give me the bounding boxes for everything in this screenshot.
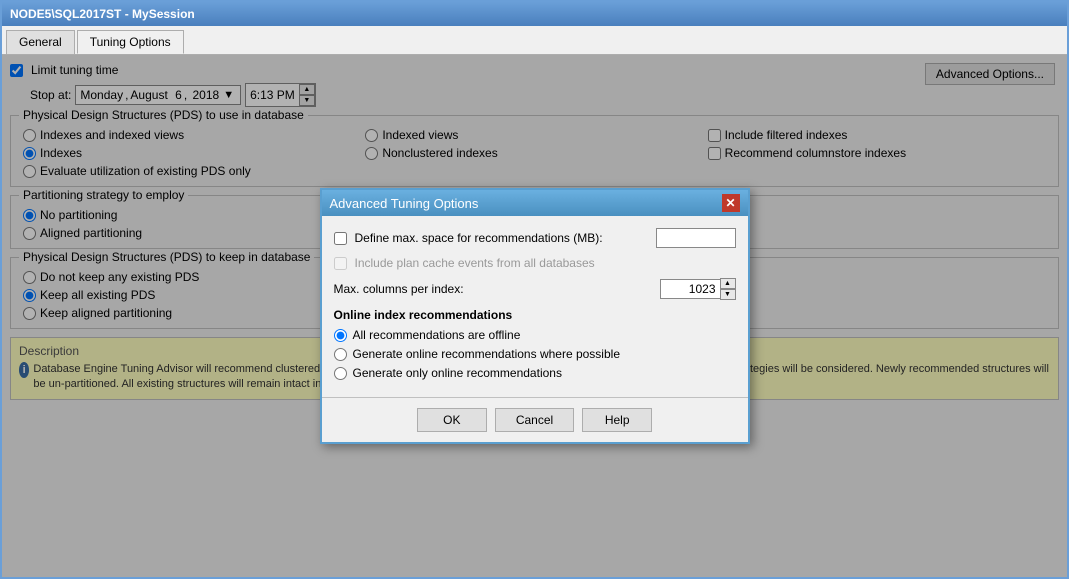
modal-buttons: OK Cancel Help (322, 397, 748, 442)
main-content: Advanced Options... Limit tuning time St… (2, 55, 1067, 577)
main-window: NODE5\SQL2017ST - MySession General Tuni… (0, 0, 1069, 579)
plan-cache-label: Include plan cache events from all datab… (355, 256, 736, 270)
define-max-space-checkbox[interactable] (334, 232, 347, 245)
online-index-label: Online index recommendations (334, 308, 736, 322)
modal-body: Define max. space for recommendations (M… (322, 216, 748, 397)
modal-overlay: Advanced Tuning Options ✕ Define max. sp… (2, 55, 1067, 577)
modal-title: Advanced Tuning Options (330, 196, 479, 211)
max-columns-down-btn[interactable]: ▼ (720, 289, 736, 300)
plan-cache-row: Include plan cache events from all datab… (334, 256, 736, 270)
radio-online-where-possible: Generate online recommendations where po… (334, 347, 736, 361)
max-columns-row: Max. columns per index: 1023 ▲ ▼ (334, 278, 736, 300)
max-columns-spinner: ▲ ▼ (720, 278, 736, 300)
max-columns-up-btn[interactable]: ▲ (720, 278, 736, 289)
tabs-bar: General Tuning Options (2, 26, 1067, 55)
define-max-space-label: Define max. space for recommendations (M… (355, 231, 648, 245)
window-title: NODE5\SQL2017ST - MySession (10, 7, 195, 21)
radio-all-offline-input[interactable] (334, 329, 347, 342)
modal-ok-button[interactable]: OK (417, 408, 487, 432)
radio-only-online-input[interactable] (334, 367, 347, 380)
max-columns-input-wrap: 1023 ▲ ▼ (660, 278, 736, 300)
title-bar: NODE5\SQL2017ST - MySession (2, 2, 1067, 26)
modal-title-bar: Advanced Tuning Options ✕ (322, 190, 748, 216)
define-max-space-row: Define max. space for recommendations (M… (334, 228, 736, 248)
tab-tuning-options[interactable]: Tuning Options (77, 30, 184, 54)
max-columns-input[interactable]: 1023 (660, 279, 720, 299)
advanced-tuning-modal: Advanced Tuning Options ✕ Define max. sp… (320, 188, 750, 444)
modal-help-button[interactable]: Help (582, 408, 652, 432)
radio-only-online: Generate only online recommendations (334, 366, 736, 380)
define-max-space-input[interactable] (656, 228, 736, 248)
modal-cancel-button[interactable]: Cancel (495, 408, 574, 432)
plan-cache-checkbox[interactable] (334, 257, 347, 270)
tab-general[interactable]: General (6, 30, 75, 54)
max-columns-label: Max. columns per index: (334, 282, 660, 296)
radio-online-where-possible-input[interactable] (334, 348, 347, 361)
modal-close-button[interactable]: ✕ (722, 194, 740, 212)
radio-all-offline: All recommendations are offline (334, 328, 736, 342)
